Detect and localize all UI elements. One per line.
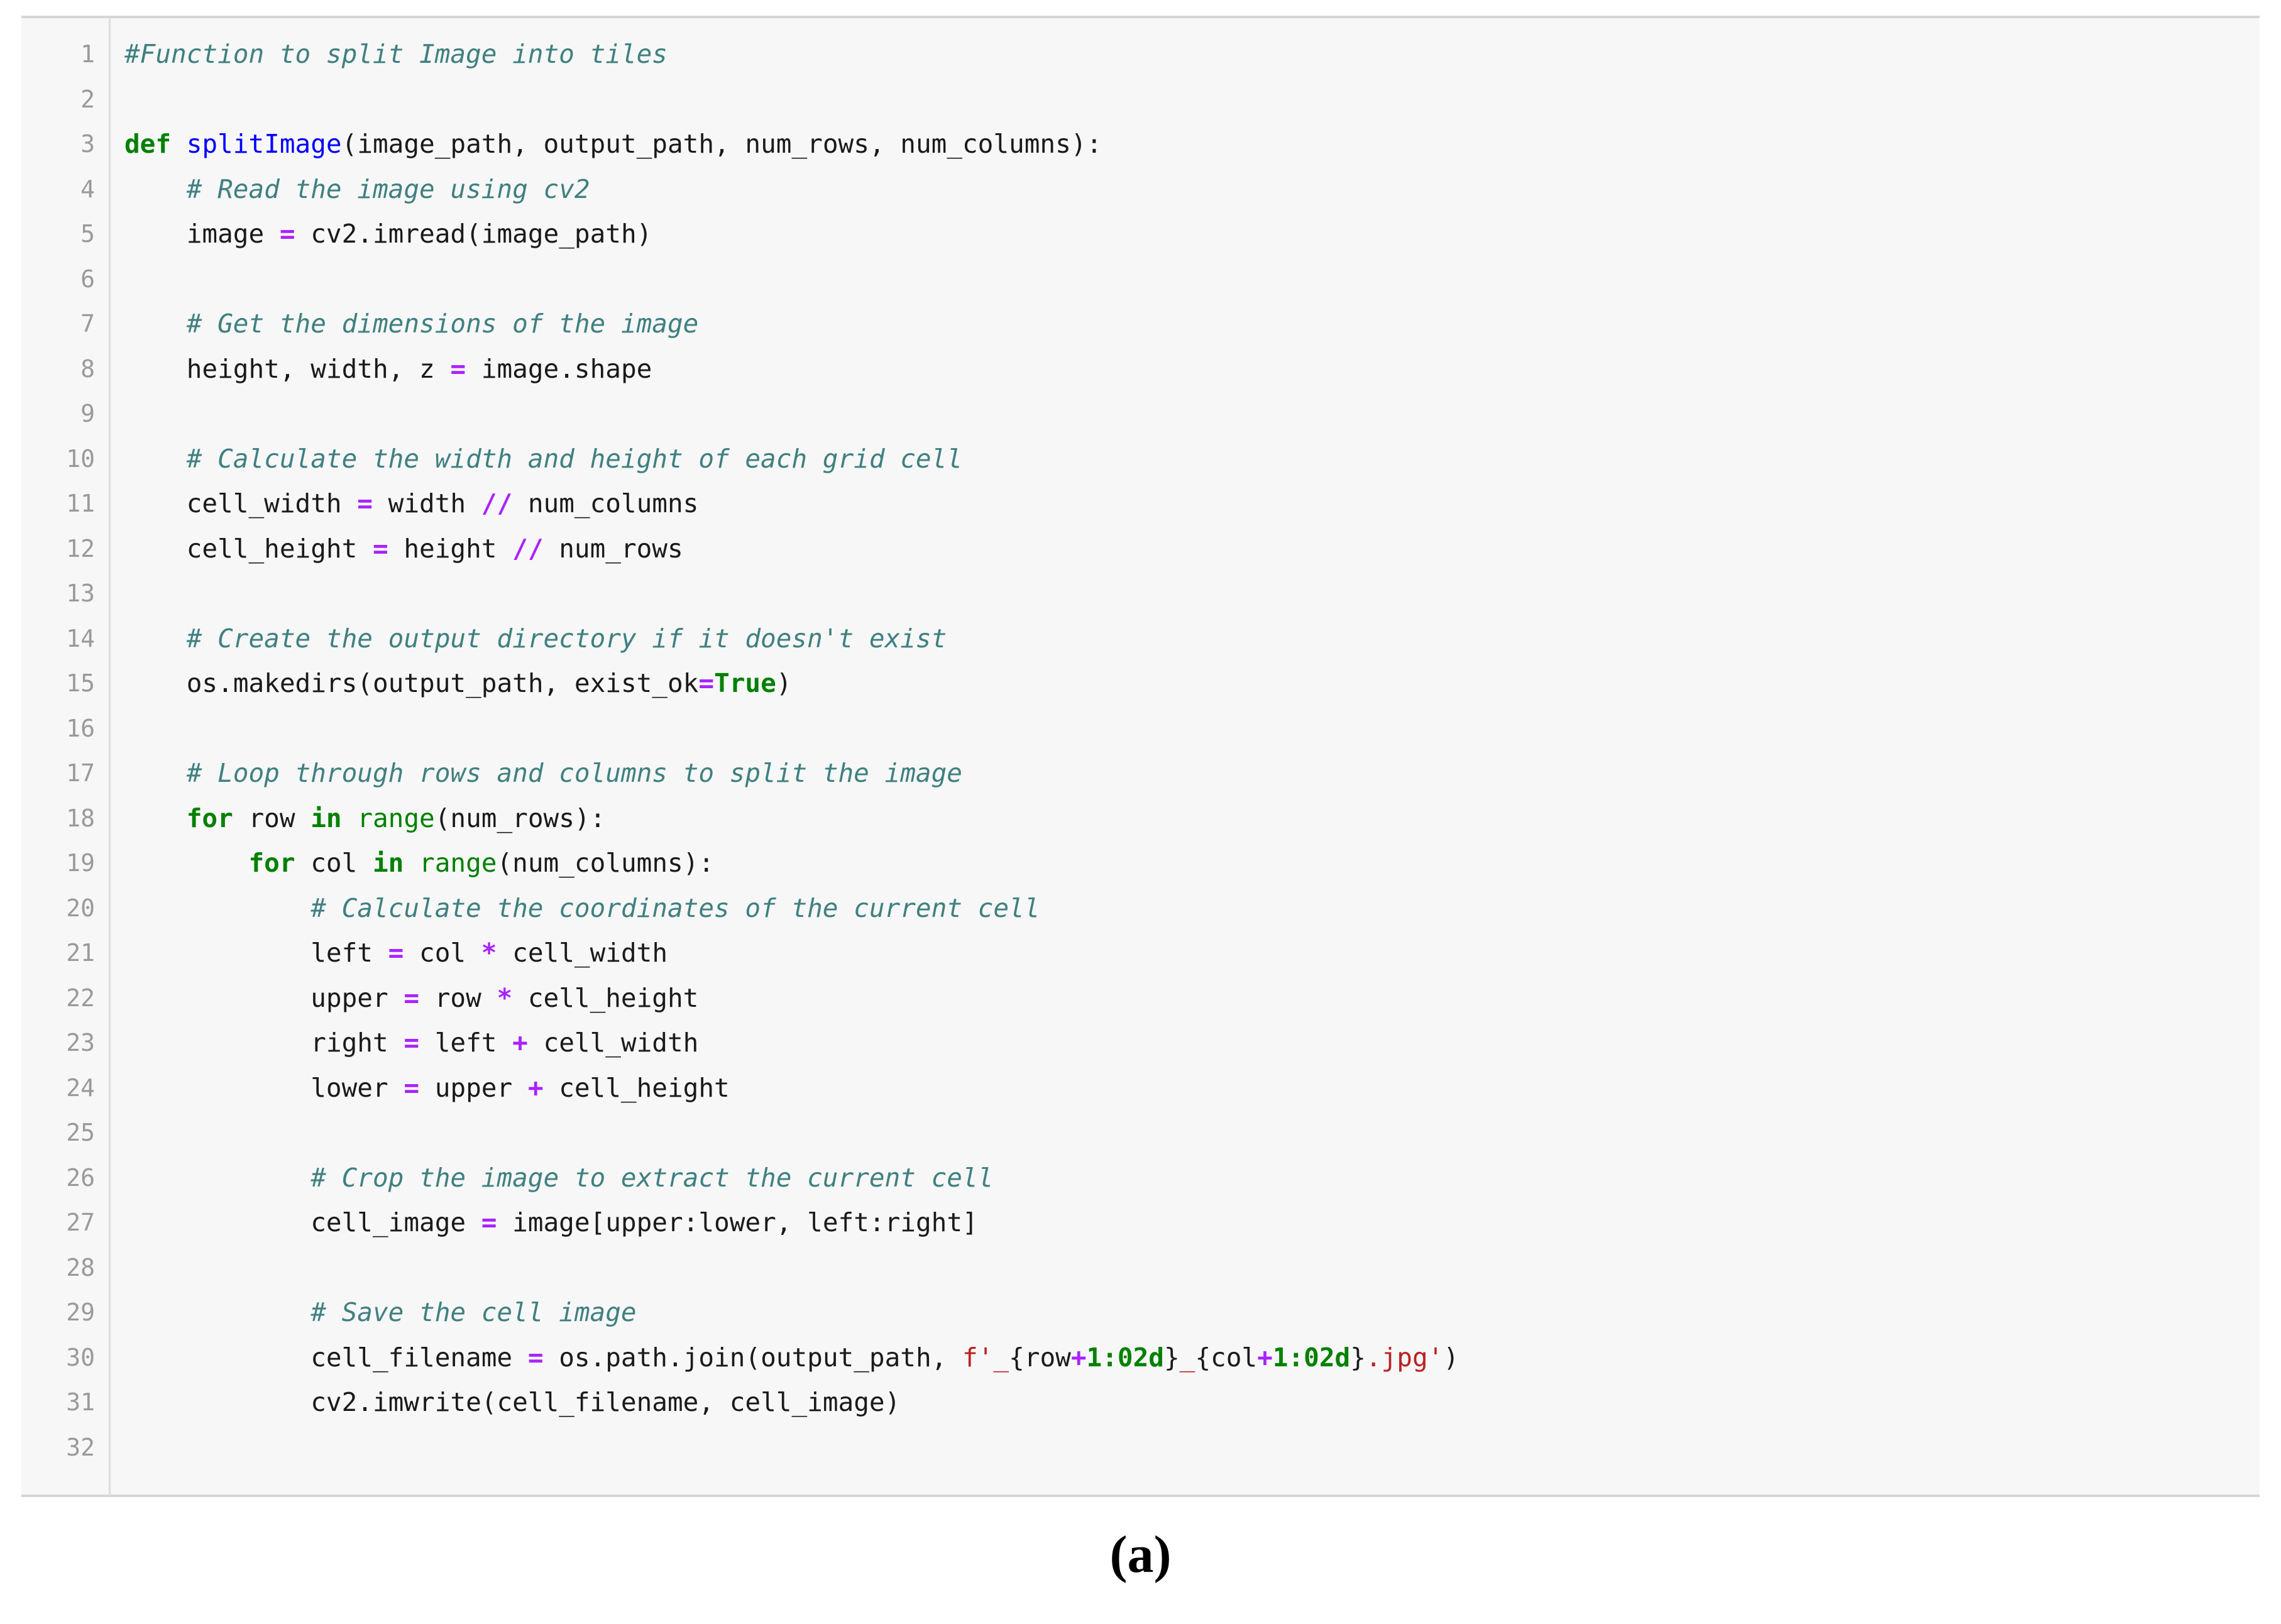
line-number: 8 (80, 354, 95, 383)
line-number: 2 (80, 85, 95, 113)
line-number: 21 (66, 939, 95, 967)
line-number: 23 (66, 1029, 95, 1056)
line-number: 14 (66, 624, 95, 652)
line-number: 31 (66, 1388, 95, 1416)
code-block: 1 2 3 4 5 6 7 8 9 10 11 12 13 14 15 16 1… (21, 16, 2260, 1497)
line-number: 11 (66, 490, 95, 517)
line-number: 27 (66, 1209, 95, 1236)
line-number: 22 (66, 984, 95, 1012)
line-number: 15 (66, 669, 95, 697)
line-number: 18 (66, 804, 95, 832)
line-number: 12 (66, 534, 95, 562)
figure-panel: 1 2 3 4 5 6 7 8 9 10 11 12 13 14 15 16 1… (0, 0, 2281, 1624)
line-number: 1 (80, 40, 95, 68)
line-number: 9 (80, 400, 95, 427)
line-number: 5 (80, 220, 95, 248)
line-number-gutter: 1 2 3 4 5 6 7 8 9 10 11 12 13 14 15 16 1… (21, 18, 111, 1495)
line-number: 10 (66, 444, 95, 473)
figure-caption: (a) (1109, 1525, 1172, 1584)
line-number: 25 (66, 1119, 95, 1146)
line-number: 17 (66, 759, 95, 787)
line-number: 30 (66, 1343, 95, 1371)
line-number: 20 (66, 894, 95, 922)
line-number: 26 (66, 1163, 95, 1192)
line-number: 24 (66, 1073, 95, 1102)
line-number: 6 (80, 265, 95, 293)
line-number: 29 (66, 1298, 95, 1326)
line-number: 7 (80, 310, 95, 337)
line-number: 4 (80, 175, 95, 203)
line-number: 19 (66, 849, 95, 877)
line-number: 32 (66, 1433, 95, 1461)
source-code[interactable]: #Function to split Image into tiles def … (124, 32, 2260, 1425)
code-content-area[interactable]: #Function to split Image into tiles def … (111, 18, 2260, 1495)
line-number: 16 (66, 714, 95, 742)
line-number: 28 (66, 1253, 95, 1281)
line-number: 13 (66, 579, 95, 607)
line-number: 3 (80, 130, 95, 158)
